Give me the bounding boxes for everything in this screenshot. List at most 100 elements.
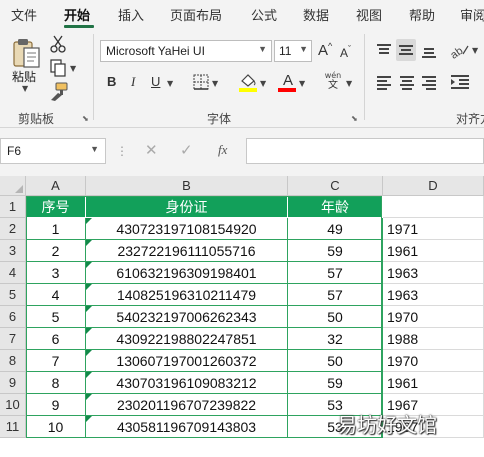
fill-color-icon[interactable] <box>238 72 258 92</box>
column-header-d[interactable]: D <box>383 176 484 196</box>
paste-button-label[interactable]: 粘贴 <box>12 68 36 85</box>
phonetic-guide-icon[interactable]: wén 文 <box>322 71 344 91</box>
column-header-a[interactable]: A <box>26 176 86 196</box>
cell-c[interactable]: 50 <box>288 306 383 328</box>
orientation-icon[interactable]: ab <box>449 40 471 60</box>
cell-b[interactable]: 140825196310211479 <box>86 284 288 306</box>
formula-input[interactable] <box>246 138 484 164</box>
cell-a[interactable]: 4 <box>26 284 86 306</box>
font-launcher-icon[interactable]: ⬊ <box>351 114 358 123</box>
align-right-icon[interactable] <box>420 74 438 90</box>
select-all-button[interactable] <box>0 176 26 196</box>
paste-dropdown-icon[interactable]: ▼ <box>22 84 28 93</box>
grow-font-button[interactable]: A^ <box>318 41 332 59</box>
row-header[interactable]: 4 <box>0 262 26 284</box>
insert-function-icon[interactable]: fx <box>218 142 227 158</box>
font-color-dropdown-icon[interactable]: ▼ <box>299 79 305 88</box>
cell-c[interactable]: 32 <box>288 328 383 350</box>
tab-review[interactable]: 审阅 <box>460 5 484 24</box>
cell-a[interactable]: 9 <box>26 394 86 416</box>
cell-a[interactable]: 6 <box>26 328 86 350</box>
font-name-select[interactable]: Microsoft YaHei UI ▼ <box>100 40 272 62</box>
font-color-button[interactable]: A <box>280 72 296 89</box>
name-box[interactable]: F6 ▼ <box>0 138 106 164</box>
underline-dropdown-icon[interactable]: ▼ <box>167 79 173 88</box>
cell-b[interactable]: 610632196309198401 <box>86 262 288 284</box>
indent-icon[interactable] <box>449 73 471 91</box>
phonetic-dropdown-icon[interactable]: ▼ <box>346 79 352 88</box>
cut-icon[interactable] <box>48 34 70 54</box>
cell-d[interactable]: 1988 <box>383 328 484 350</box>
cell-c[interactable]: 57 <box>288 284 383 306</box>
paste-icon[interactable] <box>12 36 42 70</box>
cell-b[interactable]: 130607197001260372 <box>86 350 288 372</box>
cell-d[interactable]: 1970 <box>383 350 484 372</box>
cell-a[interactable]: 2 <box>26 240 86 262</box>
tab-file[interactable]: 文件 <box>11 5 37 24</box>
align-center-icon[interactable] <box>398 74 416 90</box>
cell-b[interactable]: 430723197108154920 <box>86 218 288 240</box>
copy-dropdown-icon[interactable]: ▼ <box>70 64 76 73</box>
cell-d[interactable]: 1961 <box>383 240 484 262</box>
cell-a[interactable]: 3 <box>26 262 86 284</box>
table-header-cell[interactable]: 身份证 <box>86 196 288 218</box>
cell-c[interactable]: 59 <box>288 240 383 262</box>
cell-b[interactable]: 232722196111055716 <box>86 240 288 262</box>
bold-button[interactable]: B <box>107 74 116 89</box>
align-bottom-icon[interactable] <box>420 42 438 58</box>
format-painter-icon[interactable] <box>48 82 70 102</box>
cell-d[interactable]: 1971 <box>383 218 484 240</box>
column-header-b[interactable]: B <box>86 176 288 196</box>
row-header[interactable]: 5 <box>0 284 26 306</box>
cell-a[interactable]: 8 <box>26 372 86 394</box>
cell-d[interactable]: 1963 <box>383 284 484 306</box>
cell-c[interactable]: 59 <box>288 372 383 394</box>
row-header[interactable]: 8 <box>0 350 26 372</box>
table-header-cell[interactable]: 序号 <box>26 196 86 218</box>
column-header-c[interactable]: C <box>288 176 383 196</box>
align-middle-icon[interactable] <box>396 39 416 61</box>
tab-insert[interactable]: 插入 <box>118 5 144 24</box>
row-header[interactable]: 1 <box>0 196 26 218</box>
cell-b[interactable]: 430581196709143803 <box>86 416 288 438</box>
table-header-cell[interactable]: 年龄 <box>288 196 383 218</box>
row-header[interactable]: 10 <box>0 394 26 416</box>
font-size-select[interactable]: 11 ▼ <box>274 40 312 62</box>
fill-color-dropdown-icon[interactable]: ▼ <box>260 79 266 88</box>
cell-c[interactable]: 50 <box>288 350 383 372</box>
cancel-entry-icon[interactable]: ✕ <box>145 141 158 159</box>
cell-a[interactable]: 1 <box>26 218 86 240</box>
row-header[interactable]: 11 <box>0 416 26 438</box>
row-header[interactable]: 2 <box>0 218 26 240</box>
clipboard-launcher-icon[interactable]: ⬊ <box>82 114 89 123</box>
borders-icon[interactable] <box>192 73 210 91</box>
underline-button[interactable]: U <box>151 74 160 89</box>
shrink-font-button[interactable]: Aˇ <box>340 44 351 60</box>
table-header-cell[interactable] <box>383 196 484 218</box>
cell-d[interactable]: 1961 <box>383 372 484 394</box>
tab-data[interactable]: 数据 <box>303 5 329 24</box>
cell-a[interactable]: 7 <box>26 350 86 372</box>
cell-a[interactable]: 10 <box>26 416 86 438</box>
cell-d[interactable]: 1963 <box>383 262 484 284</box>
align-top-icon[interactable] <box>375 42 393 58</box>
cell-c[interactable]: 57 <box>288 262 383 284</box>
cell-a[interactable]: 5 <box>26 306 86 328</box>
cell-b[interactable]: 430922198802247851 <box>86 328 288 350</box>
italic-button[interactable]: I <box>131 74 135 90</box>
row-header[interactable]: 3 <box>0 240 26 262</box>
cell-b[interactable]: 540232197006262343 <box>86 306 288 328</box>
cell-b[interactable]: 230201196707239822 <box>86 394 288 416</box>
row-header[interactable]: 6 <box>0 306 26 328</box>
borders-dropdown-icon[interactable]: ▼ <box>212 79 218 88</box>
row-header[interactable]: 9 <box>0 372 26 394</box>
align-left-icon[interactable] <box>375 74 393 90</box>
tab-help[interactable]: 帮助 <box>409 5 435 24</box>
tab-page-layout[interactable]: 页面布局 <box>170 5 222 24</box>
orientation-dropdown-icon[interactable]: ▼ <box>472 46 478 55</box>
tab-home[interactable]: 开始 <box>64 5 90 24</box>
confirm-entry-icon[interactable]: ✓ <box>180 141 193 159</box>
copy-icon[interactable] <box>48 58 70 78</box>
cell-d[interactable]: 1970 <box>383 306 484 328</box>
row-header[interactable]: 7 <box>0 328 26 350</box>
